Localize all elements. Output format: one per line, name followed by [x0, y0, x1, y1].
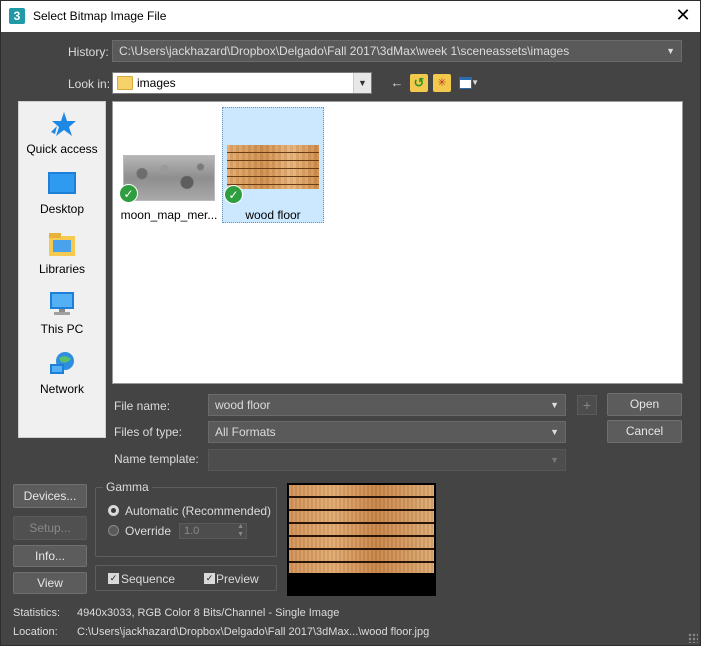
chevron-down-icon: ▼ [550, 400, 559, 410]
preview-checkbox[interactable]: ✓ [204, 573, 215, 584]
check-icon: ✓ [224, 185, 243, 204]
place-label: Libraries [38, 262, 86, 276]
gamma-override-radio[interactable] [108, 525, 119, 536]
place-label: Network [39, 382, 84, 396]
statistics-label: Statistics: [13, 607, 61, 619]
gamma-override-value: 1.0 [184, 525, 200, 537]
wood-floor-preview-image [289, 485, 434, 573]
title-bar: 3 Select Bitmap Image File ✕ [1, 1, 700, 32]
file-name-input[interactable]: wood floor ▼ [208, 394, 566, 416]
file-name-label: File name: [114, 399, 171, 413]
gamma-title: Gamma [103, 480, 152, 494]
up-folder-icon[interactable]: ↺ [410, 74, 428, 92]
files-of-type-value: All Formats [215, 425, 276, 439]
file-list-view[interactable]: ✓ moon_map_mer... ✓ wood floor [112, 101, 683, 384]
app-icon: 3 [9, 8, 25, 24]
file-item-wood-floor[interactable]: ✓ wood floor [222, 107, 324, 223]
history-value: C:\Users\jackhazard\Dropbox\Delgado\Fall… [119, 44, 570, 58]
statistics-value: 4940x3033, RGB Color 8 Bits/Channel - Si… [77, 607, 340, 619]
libraries-icon [47, 230, 77, 258]
sequence-label: Sequence [121, 572, 176, 586]
close-button[interactable]: ✕ [672, 5, 694, 27]
location-value: C:\Users\jackhazard\Dropbox\Delgado\Fall… [77, 626, 430, 638]
desktop-icon [47, 170, 77, 198]
place-this-pc[interactable]: This PC [19, 290, 105, 336]
check-icon: ✓ [119, 184, 138, 203]
lookin-dropdown[interactable]: images ▼ [112, 72, 372, 94]
resize-grip-icon[interactable] [688, 633, 698, 643]
devices-button[interactable]: Devices... [13, 484, 87, 508]
place-label: Quick access [26, 142, 98, 156]
place-quick-access[interactable]: Quick access [19, 110, 105, 156]
chevron-down-icon: ▼ [550, 455, 559, 465]
setup-button[interactable]: Setup... [13, 516, 87, 540]
history-dropdown[interactable]: C:\Users\jackhazard\Dropbox\Delgado\Fall… [112, 40, 682, 62]
window-title: Select Bitmap Image File [33, 9, 167, 23]
preview-label: Preview [216, 572, 259, 586]
wood-floor-thumbnail [227, 145, 319, 189]
history-label: History: [68, 45, 109, 59]
files-of-type-dropdown[interactable]: All Formats ▼ [208, 421, 566, 443]
select-bitmap-dialog: 3 Select Bitmap Image File ✕ History: C:… [0, 0, 701, 646]
spinner-arrows-icon: ▲ ▼ [237, 523, 244, 538]
file-name-value: wood floor [215, 398, 271, 412]
file-item-moon-map[interactable]: ✓ moon_map_mer... [118, 108, 220, 224]
gamma-override-label: Override [125, 524, 172, 538]
gamma-automatic-radio[interactable] [108, 505, 119, 516]
chevron-down-icon: ▼ [666, 46, 675, 56]
name-template-label: Name template: [114, 452, 199, 466]
computer-icon [47, 290, 77, 318]
files-of-type-label: Files of type: [114, 425, 183, 439]
lookin-label: Look in: [68, 77, 111, 91]
lookin-value: images [137, 76, 176, 90]
place-label: This PC [40, 322, 84, 336]
view-button[interactable]: View [13, 572, 87, 594]
grid-view-icon [459, 77, 472, 89]
info-button[interactable]: Info... [13, 545, 87, 567]
places-bar: Quick access Desktop Libraries This PC N… [18, 101, 106, 438]
place-desktop[interactable]: Desktop [19, 170, 105, 216]
place-libraries[interactable]: Libraries [19, 230, 105, 276]
sequence-checkbox[interactable]: ✓ [108, 573, 119, 584]
gamma-automatic-label: Automatic (Recommended) [125, 504, 272, 518]
open-button[interactable]: Open [607, 393, 682, 416]
place-network[interactable]: Network [19, 350, 105, 396]
file-name-label: wood floor [245, 208, 301, 222]
name-template-dropdown[interactable]: ▼ [208, 449, 566, 471]
cancel-button[interactable]: Cancel [607, 420, 682, 443]
location-label: Location: [13, 626, 58, 638]
image-preview [287, 483, 436, 596]
new-folder-icon[interactable]: ✳ [433, 74, 451, 92]
back-arrow-icon[interactable]: ← [388, 74, 406, 92]
star-icon [47, 110, 77, 138]
chevron-down-icon: ▼ [353, 73, 371, 93]
chevron-down-icon: ▼ [471, 78, 479, 87]
view-menu-icon[interactable]: ▼ [457, 74, 479, 92]
place-label: Desktop [39, 202, 85, 216]
folder-icon [117, 76, 133, 90]
network-icon [47, 350, 77, 378]
add-sequence-button[interactable]: + [577, 395, 597, 415]
chevron-down-icon: ▼ [550, 427, 559, 437]
gamma-override-spinner[interactable]: 1.0 ▲ ▼ [179, 523, 247, 539]
file-name-label: moon_map_mer... [120, 208, 218, 222]
gamma-group [95, 487, 277, 557]
